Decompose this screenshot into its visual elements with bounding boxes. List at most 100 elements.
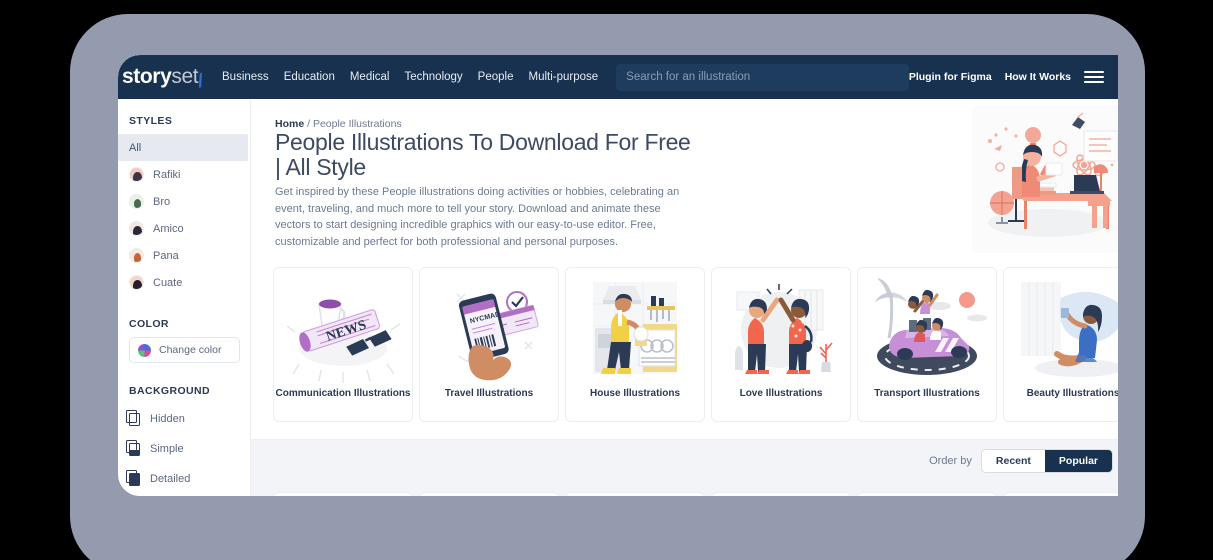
sidebar-item-label: Pana [153, 249, 179, 262]
logo-text-bold: story [122, 65, 172, 88]
man-loading-dishwasher-icon [593, 282, 677, 374]
card-peek[interactable] [857, 492, 997, 496]
background-option-hidden[interactable]: Hidden [118, 404, 250, 434]
page-description: Get inspired by these People illustratio… [275, 186, 680, 248]
background-heading: BACKGROUND [129, 385, 210, 397]
sidebar-item-all[interactable]: All [118, 134, 248, 161]
order-option-popular[interactable]: Popular [1044, 450, 1112, 472]
plugin-for-figma-link[interactable]: Plugin for Figma [909, 71, 992, 83]
two-women-high-five-icon [735, 284, 833, 374]
card-thumbnail [1013, 276, 1118, 384]
card-caption: House Illustrations [589, 388, 680, 399]
sidebar-item-amico[interactable]: Amico [118, 215, 250, 242]
nav-item-technology[interactable]: Technology [404, 71, 462, 83]
card-thumbnail: NEWS [283, 276, 403, 384]
nav-item-people[interactable]: People [478, 71, 514, 83]
order-option-recent[interactable]: Recent [981, 450, 1045, 472]
order-by-control: Order by Recent Popular [929, 450, 1112, 472]
convertible-car-friends-icon [875, 278, 987, 375]
document-half-icon [126, 440, 140, 456]
sidebar-item-rafiki[interactable]: Rafiki [118, 161, 250, 188]
background-option-label: Detailed [150, 473, 191, 485]
order-section: Order by Recent Popular [251, 439, 1118, 496]
storyset-logo[interactable]: storyset/ [122, 65, 218, 92]
hand-phone-boarding-pass-icon: NYC MAD [456, 291, 539, 381]
sidebar-item-bro[interactable]: Bro [118, 188, 250, 215]
category-card-transport[interactable]: Transport Illustrations [857, 267, 997, 422]
nav-links: Business Education Medical Technology Pe… [222, 71, 598, 83]
nav-item-business[interactable]: Business [222, 71, 269, 83]
bro-avatar-icon [129, 194, 144, 209]
card-peek[interactable] [419, 492, 559, 496]
woman-sitting-mirror-icon [1021, 282, 1118, 377]
card-thumbnail [721, 276, 841, 384]
nav-item-medical[interactable]: Medical [350, 71, 390, 83]
order-by-segmented-control: Recent Popular [981, 450, 1112, 472]
sidebar-item-label: All [129, 141, 142, 154]
next-card-row-peek [273, 492, 1118, 496]
background-option-label: Hidden [150, 413, 185, 425]
browser-window: storyset/ Business Education Medical Tec… [118, 55, 1118, 496]
hamburger-icon[interactable] [1084, 71, 1104, 83]
cuate-avatar-icon [129, 275, 144, 290]
main-content: Home / People Illustrations People Illus… [251, 99, 1118, 496]
page-title: People Illustrations To Download For Fre… [275, 129, 691, 180]
card-peek[interactable] [273, 492, 413, 496]
background-option-detailed[interactable]: Detailed [118, 464, 250, 494]
amico-avatar-icon [129, 221, 144, 236]
search-placeholder: Search for an illustration [626, 71, 751, 83]
logo-swoosh-icon: / [196, 70, 205, 93]
sidebar-item-pana[interactable]: Pana [118, 242, 250, 269]
card-caption: Communication Illustrations [275, 388, 411, 399]
student-studying-at-desk-icon [988, 112, 1118, 237]
document-outline-icon [126, 410, 140, 426]
sidebar-item-label: Rafiki [153, 168, 181, 181]
styles-heading: STYLES [129, 115, 173, 127]
background-option-simple[interactable]: Simple [118, 434, 250, 464]
nav-item-multipurpose[interactable]: Multi-purpose [528, 71, 598, 83]
content-area: STYLES All Rafiki Bro Amico Pana Cuate C… [118, 99, 1118, 496]
change-color-label: Change color [159, 344, 222, 356]
top-navbar: storyset/ Business Education Medical Tec… [118, 55, 1118, 99]
card-caption: Love Illustrations [739, 388, 823, 399]
category-card-beauty[interactable]: Beauty Illustrations [1003, 267, 1118, 422]
category-card-travel[interactable]: NYC MAD Travel Illustrations [419, 267, 559, 422]
sidebar-item-label: Cuate [153, 276, 183, 289]
card-thumbnail: NYC MAD [429, 276, 549, 384]
card-thumbnail [575, 276, 695, 384]
change-color-button[interactable]: Change color [129, 337, 240, 363]
sidebar-item-cuate[interactable]: Cuate [118, 269, 250, 296]
card-peek[interactable] [565, 492, 705, 496]
document-filled-icon [126, 470, 140, 486]
sidebar-item-label: Amico [153, 222, 184, 235]
logo-text-light: set [171, 65, 199, 88]
category-card-love[interactable]: Love Illustrations [711, 267, 851, 422]
hero-illustration [972, 105, 1118, 253]
hamburger-line [1084, 71, 1104, 73]
card-peek[interactable] [711, 492, 851, 496]
hamburger-line [1084, 76, 1104, 78]
pana-avatar-icon [129, 248, 144, 263]
screenshot-root: storyset/ Business Education Medical Tec… [0, 0, 1213, 560]
rafiki-avatar-icon [129, 167, 144, 182]
search-input[interactable]: Search for an illustration [616, 63, 909, 91]
how-it-works-link[interactable]: How It Works [1005, 71, 1071, 83]
card-caption: Transport Illustrations [874, 388, 980, 399]
nav-right-group: Plugin for Figma How It Works [909, 71, 1118, 83]
card-caption: Travel Illustrations [444, 388, 534, 399]
filters-sidebar: STYLES All Rafiki Bro Amico Pana Cuate C… [118, 99, 251, 496]
background-option-label: Simple [150, 443, 184, 455]
color-wheel-icon [138, 343, 151, 357]
card-peek[interactable] [1003, 492, 1118, 496]
card-caption: Beauty Illustrations [1026, 388, 1118, 399]
category-card-house[interactable]: House Illustrations [565, 267, 705, 422]
category-card-communication[interactable]: NEWS Communication Illustrations [273, 267, 413, 422]
order-by-label: Order by [929, 455, 972, 467]
newspaper-coffee-glasses-icon: NEWS [286, 299, 401, 383]
color-heading: COLOR [129, 318, 169, 330]
category-card-list: NEWS Communication Illustrations NYC MAD… [273, 267, 1118, 422]
nav-item-education[interactable]: Education [284, 71, 335, 83]
card-thumbnail [867, 276, 987, 384]
hamburger-line [1084, 81, 1104, 83]
sidebar-item-label: Bro [153, 195, 171, 208]
